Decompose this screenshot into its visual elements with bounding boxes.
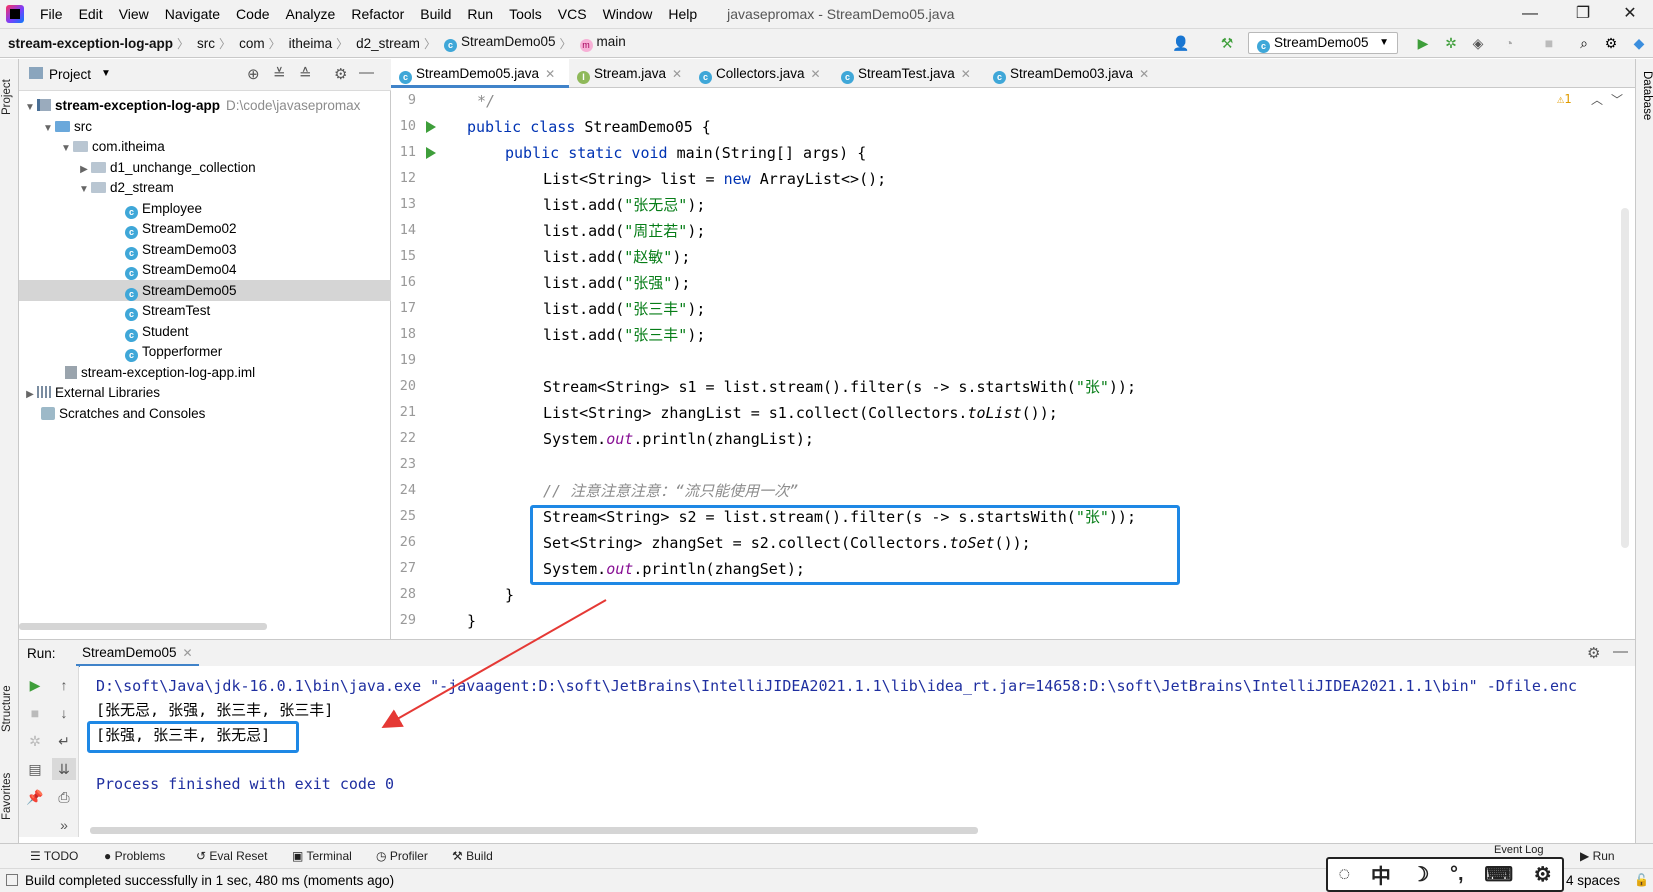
ime-toolbar: ◌ 中 ☽ °, ⌨ ⚙ [1326, 857, 1564, 892]
todo-icon: ☰ [30, 849, 44, 863]
problems-icon: ● [104, 849, 115, 863]
tab-problems[interactable]: ● Problems [104, 844, 165, 869]
status-message: Build completed successfully in 1 sec, 4… [25, 873, 395, 888]
profiler-icon: ◷ [376, 849, 390, 863]
tab-terminal[interactable]: ▣ Terminal [292, 844, 352, 869]
run-icon: ▶ [1580, 849, 1593, 863]
tab-profiler[interactable]: ◷ Profiler [376, 844, 428, 869]
keyboard-icon[interactable]: ⌨ [1484, 862, 1513, 887]
status-toggle-icon[interactable] [6, 874, 18, 886]
ime-logo-icon[interactable]: ◌ [1338, 863, 1350, 886]
tab-eval-reset[interactable]: ↺ Eval Reset [196, 844, 267, 869]
reset-icon: ↺ [196, 849, 210, 863]
tab-label: Profiler [389, 849, 428, 863]
terminal-icon: ▣ [292, 849, 307, 863]
ime-language[interactable]: 中 [1371, 860, 1391, 889]
punctuation-icon[interactable]: °, [1450, 863, 1464, 886]
tab-label: Terminal [306, 849, 352, 863]
annotation-arrow [381, 599, 607, 728]
moon-icon[interactable]: ☽ [1411, 862, 1429, 887]
tab-run[interactable]: ▶ Run [1580, 844, 1615, 869]
tab-todo[interactable]: ☰ TODO [30, 844, 78, 869]
build-hammer-icon: ⚒ [452, 849, 467, 863]
tab-label: Eval Reset [209, 849, 268, 863]
tab-label: Build [466, 849, 493, 863]
tab-build[interactable]: ⚒ Build [452, 844, 493, 869]
gear-icon[interactable]: ⚙ [1534, 862, 1552, 887]
tab-label: Event Log [1494, 844, 1544, 856]
tab-label: Problems [114, 849, 166, 863]
lock-icon[interactable]: 🔓 [1634, 873, 1649, 887]
indent-setting[interactable]: 4 spaces [1566, 873, 1620, 888]
tab-label: TODO [43, 849, 79, 863]
tab-label: Run [1592, 849, 1615, 863]
